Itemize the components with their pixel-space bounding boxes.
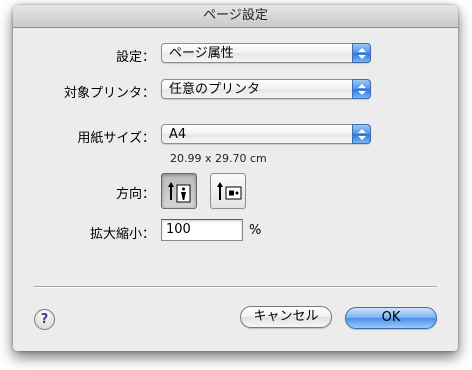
orientation-landscape-button[interactable] xyxy=(210,173,246,209)
paper-size-label: 用紙サイズ： xyxy=(77,131,155,146)
scale-input[interactable]: 100 xyxy=(161,219,243,241)
printer-value: 任意のプリンタ xyxy=(169,82,261,97)
scale-label: 拡大縮小： xyxy=(89,227,155,242)
scale-unit: % xyxy=(249,223,262,238)
orientation-label: 方向： xyxy=(115,187,155,202)
ok-button[interactable]: OK xyxy=(345,307,437,329)
landscape-orientation-icon xyxy=(217,182,242,200)
divider xyxy=(34,286,437,288)
printer-popup[interactable]: 任意のプリンタ xyxy=(161,79,371,99)
settings-value: ページ属性 xyxy=(169,46,234,61)
portrait-orientation-icon xyxy=(168,182,191,203)
popup-arrows-icon xyxy=(352,43,371,63)
popup-arrows-icon xyxy=(352,79,371,99)
paper-size-popup[interactable]: A4 xyxy=(161,124,371,144)
paper-size-value: A4 xyxy=(169,127,187,142)
settings-label: 設定： xyxy=(115,50,155,65)
orientation-portrait-button[interactable] xyxy=(161,173,197,209)
paper-dimensions: 20.99 x 29.70 cm xyxy=(170,152,267,165)
popup-arrows-icon xyxy=(352,124,371,144)
help-button[interactable]: ? xyxy=(34,309,55,330)
cancel-button[interactable]: キャンセル xyxy=(240,306,332,328)
settings-popup[interactable]: ページ属性 xyxy=(161,43,371,63)
printer-label: 対象プリンタ： xyxy=(63,86,155,101)
window-title: ページ設定 xyxy=(13,5,458,28)
page-setup-dialog: ページ設定 設定： ページ属性 対象プリンタ： 任意のプリンタ 用紙サイズ： A… xyxy=(13,5,458,351)
